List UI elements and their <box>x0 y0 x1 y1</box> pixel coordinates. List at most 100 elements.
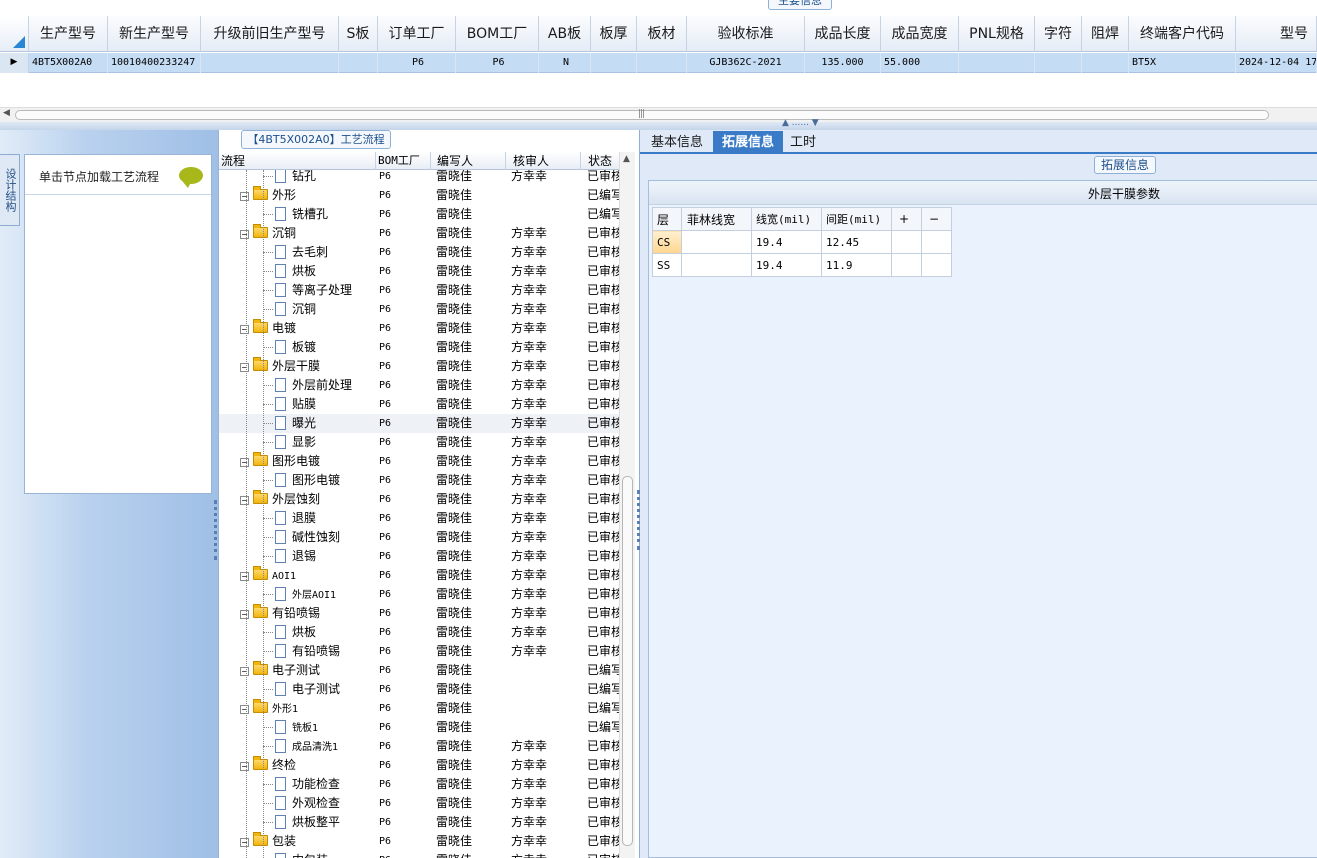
tree-node[interactable]: 外观检查 <box>219 794 376 813</box>
tree-row[interactable]: − 图形电镀 P6 雷晓佳 方幸幸 已审核 <box>219 452 619 471</box>
params-cell-plus[interactable] <box>891 253 922 277</box>
tree-row[interactable]: − 外层蚀刻 P6 雷晓佳 方幸幸 已审核 <box>219 490 619 509</box>
grid-col-header[interactable]: BOM工厂 <box>456 16 539 52</box>
tree-node[interactable]: − 外层干膜 <box>219 357 376 376</box>
grid-col-header[interactable]: 新生产型号 <box>108 16 201 52</box>
tab-work-hours[interactable]: 工时 <box>781 131 825 154</box>
tab-extended-info[interactable]: 拓展信息 <box>713 131 784 154</box>
grid-col-header[interactable]: 板厚 <box>591 16 637 52</box>
tree-row[interactable]: − 外形 P6 雷晓佳 已编写 <box>219 186 619 205</box>
tree-node[interactable]: 板镀 <box>219 338 376 357</box>
grid-cell[interactable] <box>1035 53 1082 73</box>
tree-row[interactable]: 功能检查 P6 雷晓佳 方幸幸 已审核 <box>219 775 619 794</box>
tree-row[interactable]: − 外形1 P6 雷晓佳 已编写 <box>219 699 619 718</box>
params-cell-line-width[interactable]: 19.4 <box>751 230 822 254</box>
tree-node[interactable]: 烘板整平 <box>219 813 376 832</box>
tree-row[interactable]: 外层前处理 P6 雷晓佳 方幸幸 已审核 <box>219 376 619 395</box>
grid-col-header[interactable]: 成品长度 <box>805 16 881 52</box>
tree-node[interactable]: 曝光 <box>219 414 376 433</box>
load-flow-box[interactable]: 单击节点加载工艺流程 <box>24 154 212 494</box>
grid-cell[interactable]: N <box>539 53 591 73</box>
add-row-button[interactable]: + <box>891 207 922 231</box>
grid-col-header[interactable]: 验收标准 <box>687 16 805 52</box>
tree-row[interactable]: 内包装 P6 雷晓佳方幸幸已审核 <box>219 851 619 858</box>
params-cell-spacing[interactable]: 11.9 <box>821 253 892 277</box>
collapse-toggle-icon[interactable]: − <box>240 363 249 372</box>
tree-row[interactable]: 成品清洗1 P6 雷晓佳 方幸幸 已审核 <box>219 737 619 756</box>
grid-cell[interactable] <box>1082 53 1129 73</box>
tree-node[interactable]: 图形电镀 <box>219 471 376 490</box>
tree-row[interactable]: 曝光 P6 雷晓佳 方幸幸 已审核 <box>219 414 619 433</box>
tree-node[interactable]: 有铅喷锡 <box>219 642 376 661</box>
grid-col-header[interactable]: 阻焊 <box>1082 16 1129 52</box>
tree-row[interactable]: − 有铅喷锡 P6 雷晓佳 方幸幸 已审核 <box>219 604 619 623</box>
grid-col-header[interactable]: 型号 <box>1236 16 1317 52</box>
tree-node[interactable]: − 外层蚀刻 <box>219 490 376 509</box>
remove-row-button[interactable]: − <box>921 207 952 231</box>
collapse-toggle-icon[interactable]: − <box>240 496 249 505</box>
collapse-toggle-icon[interactable]: − <box>240 838 249 847</box>
grid-cell[interactable]: BT5X <box>1129 53 1236 73</box>
tree-row[interactable]: 等离子处理 P6 雷晓佳 方幸幸 已审核 <box>219 281 619 300</box>
grid-cell[interactable] <box>591 53 637 73</box>
grid-cell[interactable]: P6 <box>456 53 539 73</box>
grid-col-header[interactable]: AB板 <box>539 16 591 52</box>
collapse-toggle-icon[interactable]: − <box>240 192 249 201</box>
params-cell-spacing[interactable]: 12.45 <box>821 230 892 254</box>
tree-row[interactable]: 退膜 P6 雷晓佳 方幸幸 已审核 <box>219 509 619 528</box>
col-header-reviewer[interactable]: 核审人 <box>506 152 581 170</box>
tree-node[interactable]: 铣板1 <box>219 718 376 737</box>
scroll-left-arrow-icon[interactable]: ◀ <box>3 108 10 118</box>
params-row-ss[interactable]: SS 19.4 11.9 <box>652 253 952 277</box>
grid-cell[interactable] <box>959 53 1035 73</box>
tree-row[interactable]: − 电子测试 P6 雷晓佳 已编写 <box>219 661 619 680</box>
grid-col-header[interactable]: 终端客户代码 <box>1129 16 1236 52</box>
design-structure-tab[interactable]: 设计结构 <box>0 154 20 226</box>
col-header-author[interactable]: 编写人 <box>431 152 506 170</box>
horizontal-scroll-thumb[interactable]: ||| <box>15 109 1269 120</box>
tree-vertical-scrollbar[interactable]: ▲ <box>619 152 635 858</box>
tree-row[interactable]: 外观检查 P6 雷晓佳 方幸幸 已审核 <box>219 794 619 813</box>
tree-row[interactable]: − 包装 P6 雷晓佳 方幸幸 已审核 <box>219 832 619 851</box>
tree-row[interactable]: 烘板整平 P6 雷晓佳 方幸幸 已审核 <box>219 813 619 832</box>
tree-node[interactable]: 去毛刺 <box>219 243 376 262</box>
grid-cell[interactable] <box>201 53 339 73</box>
params-cell-layer[interactable]: SS <box>652 253 682 277</box>
tree-node[interactable]: − 图形电镀 <box>219 452 376 471</box>
tree-row[interactable]: 电子测试 P6 雷晓佳 已编写 <box>219 680 619 699</box>
params-cell-plus[interactable] <box>891 230 922 254</box>
tree-node[interactable]: 铣槽孔 <box>219 205 376 224</box>
tree-row[interactable]: 退锡 P6 雷晓佳 方幸幸 已审核 <box>219 547 619 566</box>
tree-node[interactable]: − 终检 <box>219 756 376 775</box>
grid-col-header[interactable]: 字符 <box>1035 16 1082 52</box>
tree-row[interactable]: 去毛刺 P6 雷晓佳 方幸幸 已审核 <box>219 243 619 262</box>
grid-col-header[interactable]: 板材 <box>637 16 687 52</box>
tree-node[interactable]: 沉铜 <box>219 300 376 319</box>
tree-scroll-thumb[interactable] <box>622 476 633 846</box>
collapse-toggle-icon[interactable]: − <box>240 705 249 714</box>
tree-node[interactable]: − 电镀 <box>219 319 376 338</box>
col-header-bom[interactable]: BOM工厂 <box>376 152 431 170</box>
tree-node[interactable]: − 外形1 <box>219 699 376 718</box>
grid-corner-selector[interactable] <box>0 16 29 52</box>
scroll-up-arrow-icon[interactable]: ▲ <box>623 154 630 164</box>
horizontal-scrollbar[interactable]: ◀ ||| <box>0 107 1317 122</box>
tree-row[interactable]: 烘板 P6 雷晓佳 方幸幸 已审核 <box>219 262 619 281</box>
tree-row[interactable]: 外层AOI1 P6 雷晓佳 方幸幸 已审核 <box>219 585 619 604</box>
grid-col-header[interactable]: 升级前旧生产型号 <box>201 16 339 52</box>
tree-node[interactable]: 碱性蚀刻 <box>219 528 376 547</box>
grid-col-header[interactable]: 生产型号 <box>29 16 108 52</box>
tab-basic-info[interactable]: 基本信息 <box>642 131 712 154</box>
tree-node[interactable]: − 包装 <box>219 832 376 851</box>
tree-row[interactable]: − AOI1 P6 雷晓佳 方幸幸 已审核 <box>219 566 619 585</box>
tree-row[interactable]: 钻孔 P6 雷晓佳 方幸幸 已审核 <box>219 170 619 186</box>
tree-row[interactable]: 烘板 P6 雷晓佳 方幸幸 已审核 <box>219 623 619 642</box>
tree-node[interactable]: 退膜 <box>219 509 376 528</box>
tree-row[interactable]: 图形电镀 P6 雷晓佳 方幸幸 已审核 <box>219 471 619 490</box>
tree-row[interactable]: 沉铜 P6 雷晓佳 方幸幸 已审核 <box>219 300 619 319</box>
grid-cell[interactable]: 10010400233247 <box>108 53 201 73</box>
tree-node[interactable]: 外层前处理 <box>219 376 376 395</box>
params-cell-minus[interactable] <box>921 253 952 277</box>
tree-node[interactable]: 退锡 <box>219 547 376 566</box>
tree-node[interactable]: 贴膜 <box>219 395 376 414</box>
